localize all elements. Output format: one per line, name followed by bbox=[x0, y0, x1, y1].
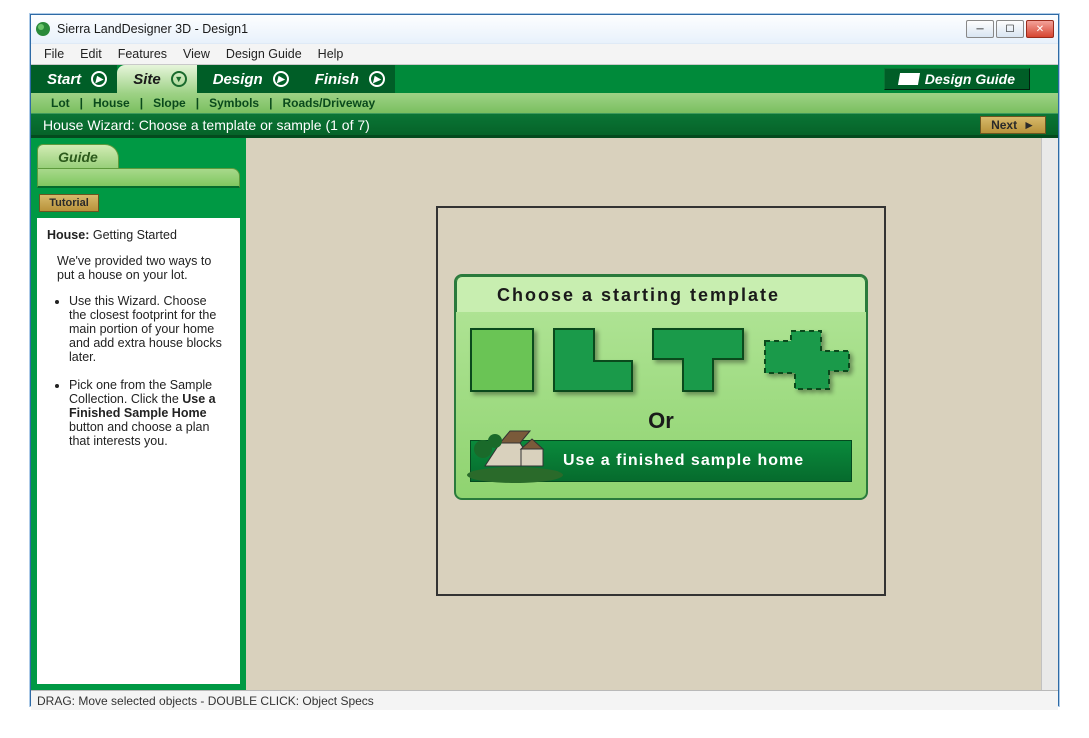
menu-file[interactable]: File bbox=[37, 45, 71, 63]
app-window: Sierra LandDesigner 3D - Design1 ─ ☐ ✕ F… bbox=[30, 14, 1059, 706]
shape-square[interactable] bbox=[470, 328, 535, 394]
house-illustration-icon bbox=[465, 421, 565, 483]
window-title: Sierra LandDesigner 3D - Design1 bbox=[57, 22, 966, 36]
guide-intro: We've provided two ways to put a house o… bbox=[57, 254, 230, 282]
work-area: Guide Tutorial House: Getting Started We… bbox=[31, 137, 1058, 690]
tab-finish[interactable]: Finish ▶ bbox=[299, 65, 395, 93]
next-button[interactable]: Next ► bbox=[980, 116, 1046, 134]
vertical-scrollbar[interactable] bbox=[1041, 138, 1058, 690]
template-panel: Choose a starting template Or bbox=[454, 274, 868, 500]
guide-heading: House: Getting Started bbox=[47, 228, 230, 242]
tab-start-label: Start bbox=[47, 71, 81, 88]
close-button[interactable]: ✕ bbox=[1026, 20, 1054, 38]
design-guide-label: Design Guide bbox=[925, 71, 1015, 87]
sample-home-label: Use a finished sample home bbox=[563, 452, 804, 470]
guide-bullet-1: Use this Wizard. Choose the closest foot… bbox=[69, 294, 230, 364]
tab-site-label: Site bbox=[133, 71, 161, 88]
subtab-slope[interactable]: Slope bbox=[143, 96, 196, 110]
design-guide-button[interactable]: Design Guide bbox=[884, 68, 1030, 90]
tab-start[interactable]: Start ▶ bbox=[31, 65, 117, 93]
sample-home-button[interactable]: Use a finished sample home bbox=[470, 440, 852, 482]
shape-custom[interactable] bbox=[763, 329, 852, 393]
tutorial-button[interactable]: Tutorial bbox=[39, 194, 99, 212]
guide-bullet-2: Pick one from the Sample Collection. Cli… bbox=[69, 378, 230, 448]
tab-site[interactable]: Site ▼ bbox=[117, 65, 197, 93]
nav-tabs: Start ▶ Site ▼ Design ▶ Finish ▶ Design … bbox=[31, 65, 1058, 93]
menu-edit[interactable]: Edit bbox=[73, 45, 109, 63]
book-icon bbox=[898, 73, 920, 85]
play-icon: ▶ bbox=[91, 71, 107, 87]
menu-design-guide[interactable]: Design Guide bbox=[219, 45, 309, 63]
window-controls: ─ ☐ ✕ bbox=[966, 20, 1054, 38]
app-icon bbox=[35, 21, 51, 37]
tab-design[interactable]: Design ▶ bbox=[197, 65, 299, 93]
play-icon: ▶ bbox=[369, 71, 385, 87]
guide-tab-body bbox=[37, 168, 240, 188]
sidebar: Guide Tutorial House: Getting Started We… bbox=[31, 138, 246, 690]
menu-help[interactable]: Help bbox=[311, 45, 351, 63]
subtab-roads[interactable]: Roads/Driveway bbox=[272, 96, 385, 110]
menu-view[interactable]: View bbox=[176, 45, 217, 63]
sub-nav: Lot| House| Slope| Symbols| Roads/Drivew… bbox=[31, 93, 1058, 113]
status-text: DRAG: Move selected objects - DOUBLE CLI… bbox=[37, 694, 374, 708]
minimize-button[interactable]: ─ bbox=[966, 20, 994, 38]
maximize-button[interactable]: ☐ bbox=[996, 20, 1024, 38]
next-button-label: Next bbox=[991, 118, 1017, 132]
tab-finish-label: Finish bbox=[315, 71, 359, 88]
subtab-house[interactable]: House bbox=[83, 96, 140, 110]
titlebar: Sierra LandDesigner 3D - Design1 ─ ☐ ✕ bbox=[31, 15, 1058, 43]
play-icon: ▶ bbox=[273, 71, 289, 87]
arrow-right-icon: ► bbox=[1023, 118, 1035, 132]
dropdown-icon: ▼ bbox=[171, 71, 187, 87]
template-shapes bbox=[470, 322, 852, 404]
guide-panel: House: Getting Started We've provided tw… bbox=[37, 218, 240, 684]
menubar: File Edit Features View Design Guide Hel… bbox=[31, 43, 1058, 65]
wizard-title: House Wizard: Choose a template or sampl… bbox=[43, 117, 980, 133]
wizard-bar: House Wizard: Choose a template or sampl… bbox=[31, 113, 1058, 137]
tab-design-label: Design bbox=[213, 71, 263, 88]
subtab-lot[interactable]: Lot bbox=[41, 96, 80, 110]
shape-t[interactable] bbox=[652, 328, 745, 394]
subtab-symbols[interactable]: Symbols bbox=[199, 96, 269, 110]
menu-features[interactable]: Features bbox=[111, 45, 174, 63]
template-frame: Choose a starting template Or bbox=[436, 206, 886, 596]
template-header: Choose a starting template bbox=[456, 276, 866, 312]
status-bar: DRAG: Move selected objects - DOUBLE CLI… bbox=[31, 690, 1058, 710]
canvas[interactable]: Choose a starting template Or bbox=[246, 138, 1058, 690]
guide-tab[interactable]: Guide bbox=[37, 144, 119, 168]
shape-l[interactable] bbox=[553, 328, 634, 394]
